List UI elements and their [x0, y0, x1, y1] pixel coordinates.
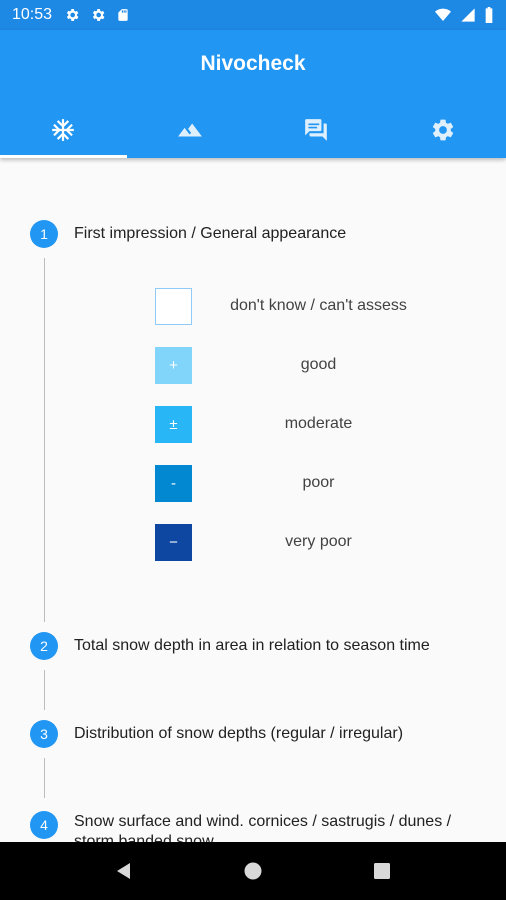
option-very-poor[interactable]: − very poor	[155, 523, 445, 561]
rating-swatch: ±	[155, 405, 192, 443]
signal-icon	[461, 8, 475, 22]
option-dont-know[interactable]: don't know / can't assess	[155, 287, 445, 325]
option-label: very poor	[285, 533, 352, 550]
step-number: 3	[30, 720, 58, 748]
step-number: 2	[30, 632, 58, 660]
step-connector	[44, 258, 45, 622]
step-4[interactable]: 4 Snow surface and wind. cornices / sast…	[30, 808, 464, 842]
recents-icon	[373, 863, 390, 879]
tab-bar	[0, 102, 506, 158]
status-time: 10:53	[12, 6, 53, 23]
step-title: Snow surface and wind. cornices / sastru…	[74, 813, 452, 842]
tab-chat[interactable]	[253, 102, 380, 158]
back-icon	[117, 863, 131, 879]
back-button[interactable]	[104, 851, 144, 891]
step-connector	[44, 758, 45, 798]
step-3[interactable]: 3 Distribution of snow depths (regular /…	[30, 720, 464, 748]
app-bar: Nivocheck	[0, 30, 506, 158]
option-label: good	[300, 356, 337, 373]
rating-swatch: -	[155, 464, 192, 502]
recents-button[interactable]	[362, 851, 402, 891]
tab-snow[interactable]	[0, 102, 127, 158]
status-bar: 10:53	[0, 0, 506, 30]
mountain-icon	[177, 123, 202, 137]
battery-icon	[485, 7, 493, 23]
step-title: Total snow depth in area in relation to …	[74, 637, 430, 654]
option-moderate[interactable]: ± moderate	[155, 405, 445, 443]
rating-swatch	[155, 287, 192, 325]
option-label: don't know / can't assess	[230, 297, 407, 314]
option-label: poor	[302, 474, 335, 491]
step-1[interactable]: 1 First impression / General appearance	[30, 220, 464, 248]
home-icon	[244, 862, 262, 880]
tab-settings[interactable]	[380, 102, 506, 158]
step-number: 1	[30, 220, 58, 248]
wifi-icon	[435, 8, 451, 21]
home-button[interactable]	[233, 851, 273, 891]
step-number: 4	[30, 811, 58, 839]
gear-icon	[66, 9, 79, 21]
option-good[interactable]: + good	[155, 346, 445, 384]
chat-icon	[305, 119, 328, 141]
step-connector	[44, 670, 45, 710]
settings-icon	[432, 119, 453, 141]
step-2[interactable]: 2 Total snow depth in area in relation t…	[30, 632, 464, 660]
tab-terrain[interactable]	[127, 102, 254, 158]
step-title: Distribution of snow depths (regular / i…	[74, 725, 404, 742]
sd-card-icon	[118, 9, 128, 21]
system-nav-bar	[0, 842, 506, 900]
rating-swatch: +	[155, 346, 192, 384]
snowflake-icon	[52, 119, 75, 141]
page-title: Nivocheck	[200, 52, 306, 75]
option-label: moderate	[284, 415, 353, 432]
gear-icon	[92, 9, 105, 21]
option-poor[interactable]: - poor	[155, 464, 445, 502]
assessment-list[interactable]: 1 First impression / General appearance …	[0, 158, 506, 842]
rating-swatch: −	[155, 523, 192, 561]
step-title: First impression / General appearance	[74, 225, 347, 242]
